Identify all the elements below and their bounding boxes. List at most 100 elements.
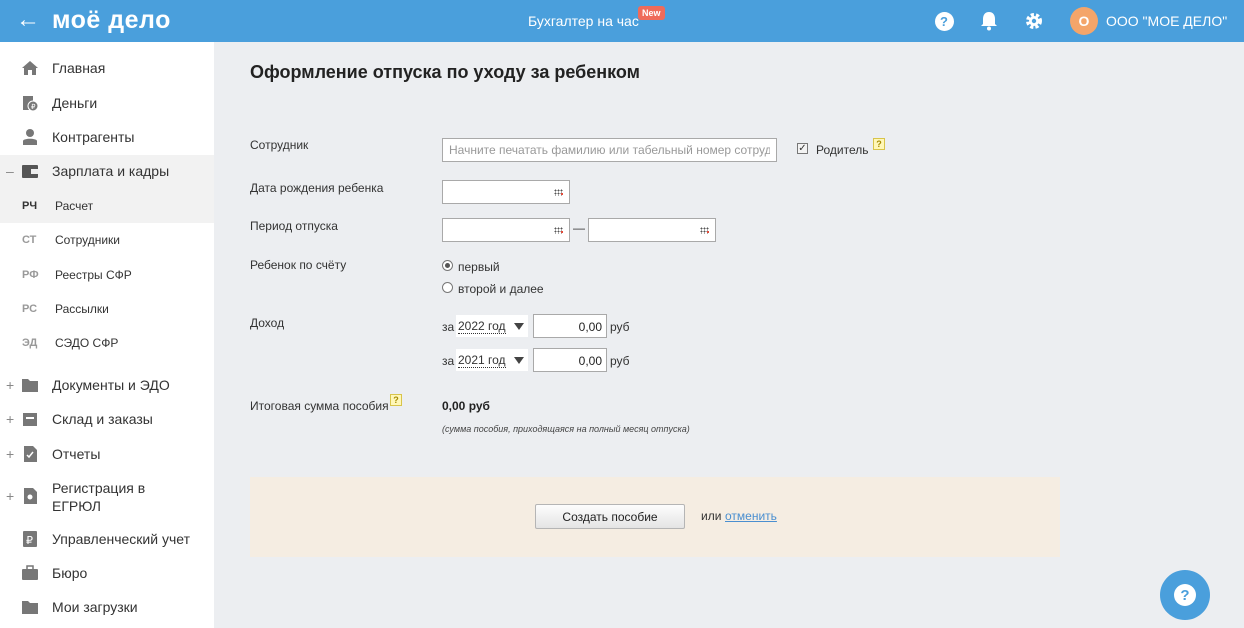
year-value: 2021 год (458, 353, 506, 368)
warehouse-icon (23, 413, 37, 426)
svg-text:₽: ₽ (31, 103, 36, 111)
subitem-label: СЭДО СФР (55, 336, 119, 350)
period-dash: — (573, 221, 585, 235)
birth-date-input[interactable] (442, 180, 570, 204)
registration-icon (24, 488, 37, 504)
money-icon: ₽ (23, 96, 39, 112)
ruble-icon: ₽ (23, 531, 37, 547)
accountant-link[interactable]: Бухгалтер на час (528, 13, 639, 29)
period-label: Период отпуска (250, 219, 338, 233)
sidebar-item-warehouse[interactable]: + Склад и заказы (0, 409, 214, 429)
question-icon: ? (1174, 584, 1196, 606)
sidebar-subitem-mailings[interactable]: РС Рассылки (0, 292, 214, 326)
gear-icon[interactable] (1023, 10, 1045, 32)
income-amount-2021[interactable]: 0,00 (533, 348, 607, 372)
chevron-down-icon (514, 357, 524, 364)
income-label: Доход (250, 316, 285, 330)
sidebar: Главная ₽ Деньги Контрагенты – Зарплата … (0, 42, 214, 628)
expand-toggle[interactable]: + (6, 377, 16, 393)
or-text: или (701, 509, 722, 523)
calendar-icon[interactable] (700, 227, 709, 234)
reports-icon (24, 446, 37, 462)
svg-text:₽: ₽ (26, 535, 33, 547)
org-name[interactable]: ООО "МОЕ ДЕЛО" (1106, 13, 1227, 29)
period-start-input[interactable] (442, 218, 570, 242)
parent-label: Родитель (816, 143, 869, 157)
subitem-code: РФ (22, 269, 39, 281)
avatar[interactable]: О (1070, 7, 1098, 35)
expand-toggle[interactable]: + (6, 488, 16, 504)
sidebar-item-salary[interactable]: – Зарплата и кадры (0, 161, 214, 181)
calendar-icon[interactable] (554, 227, 563, 234)
subitem-code: РС (22, 303, 38, 315)
folder-icon (22, 379, 38, 392)
wallet-icon (22, 165, 38, 178)
expand-toggle[interactable]: + (6, 446, 16, 462)
sidebar-subitem-calc[interactable]: РЧ Расчет (0, 189, 214, 223)
radio-first[interactable] (442, 260, 453, 271)
income-prefix: за (442, 354, 455, 368)
calendar-icon[interactable] (554, 189, 563, 196)
sidebar-item-registration[interactable]: + Регистрация в ЕГРЮЛ (0, 478, 214, 514)
sidebar-item-label: Регистрация в ЕГРЮЛ (52, 480, 146, 514)
total-value: 0,00 руб (442, 399, 490, 413)
sidebar-item-downloads[interactable]: Мои загрузки (0, 597, 214, 617)
subitem-code: ЭД (22, 337, 38, 349)
cancel-link[interactable]: отменить (725, 509, 777, 523)
new-badge: New (638, 6, 665, 20)
sidebar-item-label: Склад и заказы (52, 411, 153, 427)
radio-second[interactable] (442, 282, 453, 293)
sidebar-item-label: Документы и ЭДО (52, 377, 170, 393)
sidebar-subitem-sedo[interactable]: ЭД СЭДО СФР (0, 326, 214, 360)
child-order-label: Ребенок по счёту (250, 258, 347, 272)
sidebar-item-label: Зарплата и кадры (52, 163, 170, 179)
employee-input[interactable] (442, 138, 777, 162)
sidebar-item-management[interactable]: ₽ Управленческий учет (0, 529, 214, 549)
parent-hint-icon[interactable]: ? (873, 138, 885, 150)
sidebar-item-money[interactable]: ₽ Деньги (0, 93, 214, 113)
sidebar-item-bureau[interactable]: Бюро (0, 563, 214, 583)
sidebar-subitem-employees[interactable]: СТ Сотрудники (0, 223, 214, 257)
period-end-input[interactable] (588, 218, 716, 242)
sidebar-item-contractors[interactable]: Контрагенты (0, 127, 214, 147)
sidebar-item-label: Отчеты (52, 446, 101, 462)
subitem-code: СТ (22, 234, 37, 246)
bell-icon[interactable] (978, 10, 1000, 32)
page-title: Оформление отпуска по уходу за ребенком (250, 62, 640, 82)
total-note: (сумма пособия, приходящаяся на полный м… (442, 424, 690, 434)
logo[interactable]: моё дело (52, 6, 171, 35)
chevron-down-icon (514, 323, 524, 330)
help-fab-button[interactable]: ? (1160, 570, 1210, 620)
currency-unit: руб (610, 354, 630, 368)
subitem-label: Расчет (55, 199, 94, 213)
year-select-2021[interactable]: 2021 год (456, 349, 528, 371)
home-icon (22, 61, 38, 75)
parent-checkbox[interactable]: ✓ (797, 143, 808, 154)
sidebar-item-documents[interactable]: + Документы и ЭДО (0, 375, 214, 395)
subitem-code: РЧ (22, 200, 38, 212)
subitem-label: Реестры СФР (55, 268, 132, 282)
briefcase-icon (22, 565, 38, 580)
top-header: ← моё дело Бухгалтер на час New ? О ООО … (0, 0, 1244, 42)
income-prefix: за (442, 320, 455, 334)
sidebar-item-label: Деньги (52, 95, 98, 111)
sidebar-subitem-registries[interactable]: РФ Реестры СФР (0, 258, 214, 292)
sidebar-item-reports[interactable]: + Отчеты (0, 444, 214, 464)
birth-date-label: Дата рождения ребенка (250, 181, 384, 195)
sidebar-item-label: Бюро (52, 565, 88, 581)
expand-toggle[interactable]: + (6, 411, 16, 427)
sidebar-item-home[interactable]: Главная (0, 58, 214, 78)
currency-unit: руб (610, 320, 630, 334)
radio-second-label: второй и далее (458, 282, 544, 296)
downloads-icon (22, 601, 38, 614)
year-select-2022[interactable]: 2022 год (456, 315, 528, 337)
collapse-toggle[interactable]: – (6, 163, 16, 179)
total-hint-icon[interactable]: ? (390, 394, 402, 406)
help-icon[interactable]: ? (933, 10, 955, 32)
back-arrow-icon[interactable]: ← (16, 8, 40, 32)
income-amount-2022[interactable]: 0,00 (533, 314, 607, 338)
contractors-icon (23, 129, 37, 145)
create-benefit-button[interactable]: Создать пособие (535, 504, 685, 529)
sidebar-item-label: Управленческий учет (52, 531, 190, 547)
sidebar-item-label: Мои загрузки (52, 599, 138, 615)
